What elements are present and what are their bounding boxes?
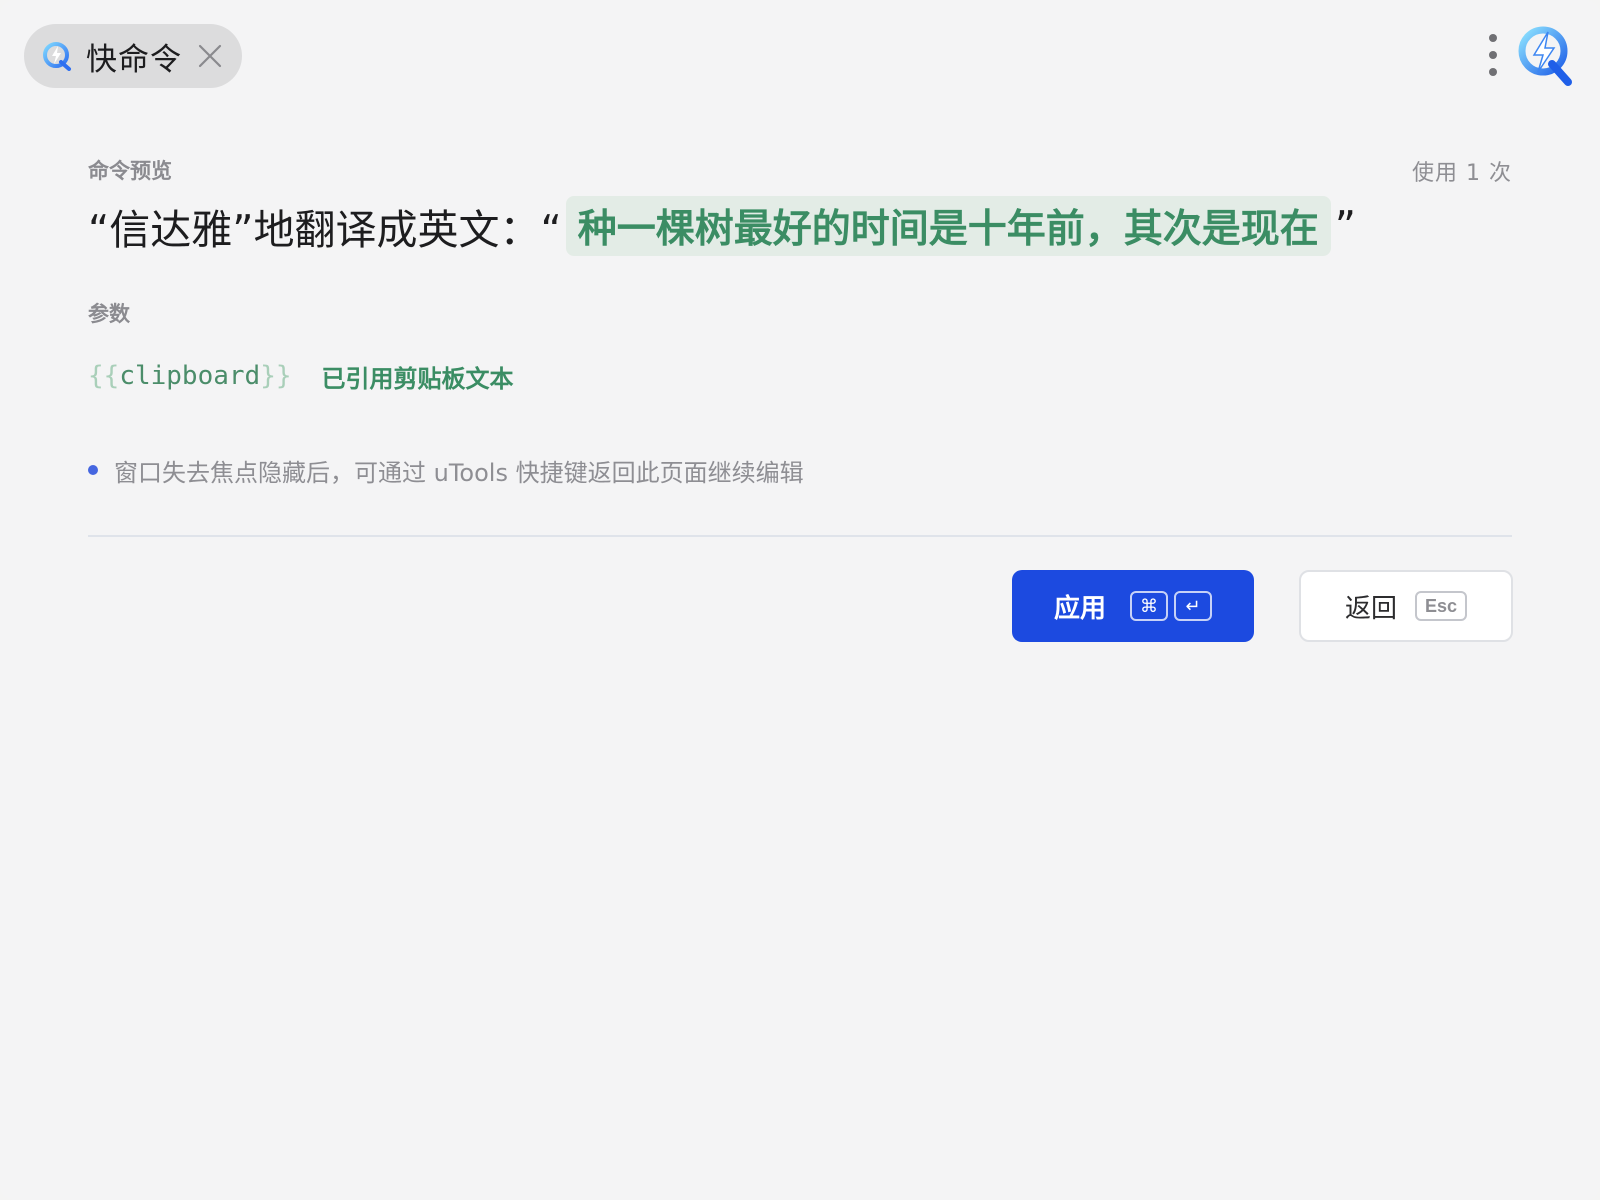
preview-section-label: 命令预览	[88, 159, 172, 183]
token-open-brace: {{	[88, 361, 120, 391]
tip-text: 窗口失去焦点隐藏后，可通过 uTools 快捷键返回此页面继续编辑	[114, 458, 804, 487]
menu-dot	[1489, 68, 1497, 76]
bullet-icon	[88, 465, 98, 475]
token-close-brace: }}	[260, 361, 292, 391]
command-preview: “信达雅”地翻译成英文：“ 种一棵树最好的时间是十年前，其次是现在 ”	[88, 196, 1356, 256]
param-item: {{clipboard}} 已引用剪贴板文本	[88, 356, 514, 396]
esc-key-badge: Esc	[1414, 591, 1468, 621]
quick-command-window: 快命令 命令预览 使用 1 次 “信达雅”地翻译成英文：“ 种一棵树最好的时间是…	[0, 0, 1600, 1200]
divider	[88, 535, 1512, 537]
enter-key-icon: ↵	[1174, 591, 1212, 621]
more-vertical-icon[interactable]	[1478, 30, 1508, 80]
preview-prefix: “信达雅”地翻译成英文：“	[88, 206, 562, 254]
usage-count: 使用 1 次	[1412, 161, 1512, 186]
utools-lightning-logo-icon	[42, 41, 72, 71]
preview-clipboard-text: 种一棵树最好的时间是十年前，其次是现在	[565, 196, 1331, 256]
plugin-chip[interactable]: 快命令	[24, 24, 242, 88]
back-button[interactable]: 返回 Esc	[1299, 570, 1513, 642]
apply-button-label: 应用	[1053, 592, 1106, 623]
utools-app-logo-icon[interactable]	[1516, 24, 1574, 86]
param-token: {{clipboard}}	[88, 361, 292, 391]
header-bar: 快命令	[0, 0, 1600, 110]
close-icon[interactable]	[194, 40, 226, 72]
menu-dot	[1489, 51, 1497, 59]
token-name: clipboard	[119, 361, 261, 391]
plugin-title: 快命令	[86, 41, 182, 78]
tip-row: 窗口失去焦点隐藏后，可通过 uTools 快捷键返回此页面继续编辑	[88, 452, 804, 488]
apply-button[interactable]: 应用 ⌘ ↵	[1012, 570, 1254, 642]
command-key-icon: ⌘	[1130, 591, 1168, 621]
param-description: 已引用剪贴板文本	[321, 364, 514, 393]
back-button-label: 返回	[1344, 592, 1397, 623]
preview-suffix: ”	[1334, 202, 1356, 250]
menu-dot	[1489, 34, 1497, 42]
params-section-label: 参数	[88, 302, 130, 326]
